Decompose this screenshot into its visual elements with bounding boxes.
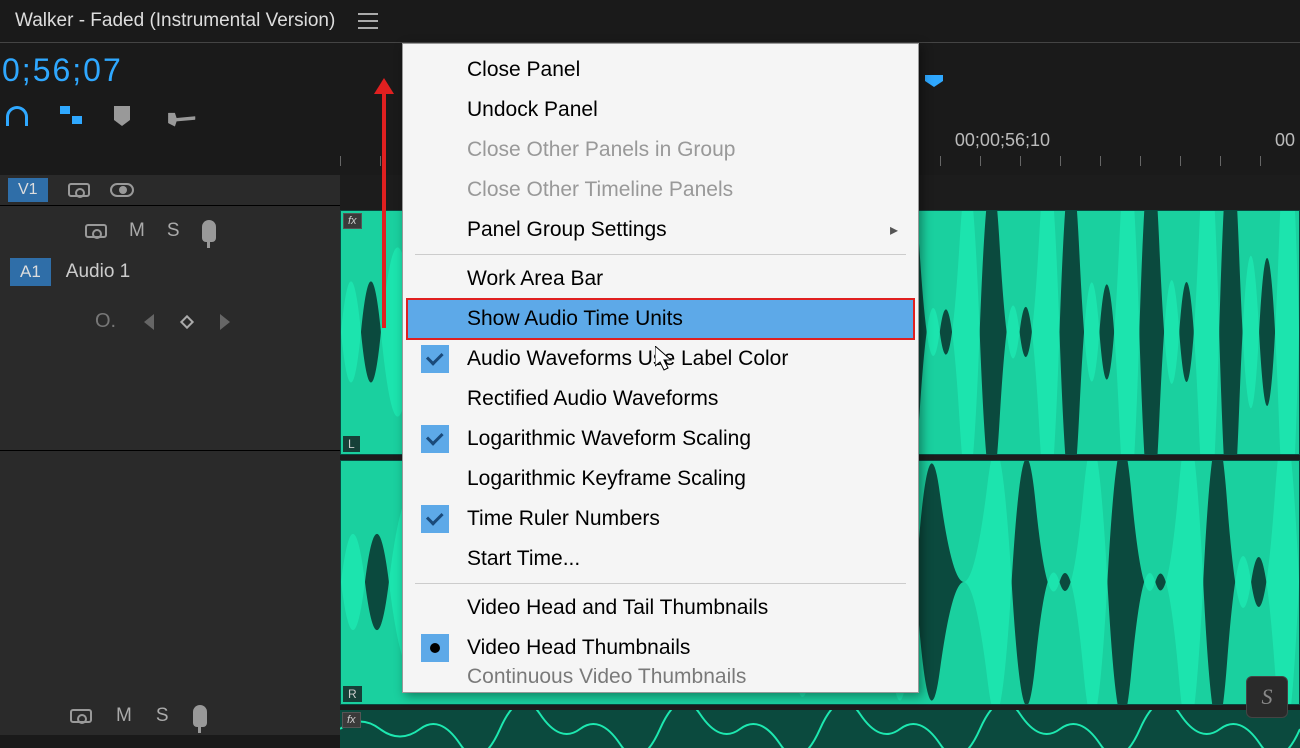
fx-badge[interactable]: fx xyxy=(343,213,362,229)
panel-tab-bar: Walker - Faded (Instrumental Version) xyxy=(0,0,1300,43)
menu-time-ruler-numbers[interactable]: Time Ruler Numbers xyxy=(403,499,918,539)
prev-keyframe-icon[interactable] xyxy=(144,314,154,330)
toggle-sync-lock-icon[interactable] xyxy=(68,183,90,197)
voice-over-record-icon[interactable] xyxy=(202,220,216,242)
panel-tab[interactable]: Walker - Faded (Instrumental Version) xyxy=(0,0,350,42)
menu-log-keyframe-scaling[interactable]: Logarithmic Keyframe Scaling xyxy=(403,459,918,499)
menu-work-area-bar[interactable]: Work Area Bar xyxy=(403,259,918,299)
channel-badge-left: L xyxy=(343,436,360,452)
add-keyframe-icon[interactable] xyxy=(180,314,194,328)
audio-track-header-2[interactable] xyxy=(0,450,340,695)
radio-selected-icon xyxy=(421,634,449,662)
playhead-icon[interactable] xyxy=(925,75,943,87)
menu-separator xyxy=(415,583,906,584)
toggle-sync-lock-icon[interactable] xyxy=(70,709,92,723)
submenu-arrow-icon: ▸ xyxy=(890,220,898,240)
panel-tab-title: Walker - Faded (Instrumental Version) xyxy=(15,10,335,32)
audio-track-header-1[interactable]: M S A1 Audio 1 O. xyxy=(0,205,340,450)
channel-badge-right: R xyxy=(343,686,362,702)
menu-rectified-audio-waveforms[interactable]: Rectified Audio Waveforms xyxy=(403,379,918,419)
checkmark-icon xyxy=(421,425,449,453)
menu-video-head-tail-thumbnails[interactable]: Video Head and Tail Thumbnails xyxy=(403,588,918,628)
menu-show-audio-time-units[interactable]: Show Audio Time Units xyxy=(407,299,914,339)
next-keyframe-icon[interactable] xyxy=(220,314,230,330)
menu-audio-waveforms-label-color[interactable]: Audio Waveforms Use Label Color xyxy=(403,339,918,379)
snap-icon[interactable] xyxy=(6,106,30,130)
keyframe-diamond-icon[interactable]: O. xyxy=(95,310,116,333)
mute-button[interactable]: M xyxy=(116,705,132,727)
linked-selection-icon[interactable] xyxy=(60,106,84,130)
solo-button[interactable]: S xyxy=(167,220,180,242)
ruler-timecode: 00;00;56;10 xyxy=(955,130,1050,151)
audio-track-name[interactable]: Audio 1 xyxy=(66,261,130,283)
marker-icon[interactable] xyxy=(114,106,138,130)
menu-log-waveform-scaling[interactable]: Logarithmic Waveform Scaling xyxy=(403,419,918,459)
toggle-sync-lock-icon[interactable] xyxy=(85,224,107,238)
menu-video-head-thumbnails[interactable]: Video Head Thumbnails xyxy=(403,628,918,668)
playhead-timecode[interactable]: 0;56;07 xyxy=(0,52,123,89)
menu-separator xyxy=(415,254,906,255)
menu-continuous-video-thumbnails[interactable]: Continuous Video Thumbnails xyxy=(403,668,918,686)
checkmark-icon xyxy=(421,345,449,373)
a1-tag[interactable]: A1 xyxy=(10,258,51,286)
checkmark-icon xyxy=(421,505,449,533)
keyframe-nav: O. xyxy=(10,286,330,333)
solo-button[interactable]: S xyxy=(156,705,169,727)
menu-undock-panel[interactable]: Undock Panel xyxy=(403,90,918,130)
video-track-header[interactable]: V1 xyxy=(0,175,340,205)
audio-track-header-bottom[interactable]: M S xyxy=(70,697,207,735)
menu-start-time[interactable]: Start Time... xyxy=(403,539,918,579)
menu-close-other-group: Close Other Panels in Group xyxy=(403,130,918,170)
toggle-track-output-icon[interactable] xyxy=(110,183,134,197)
panel-menu-button[interactable] xyxy=(358,8,384,34)
v1-tag[interactable]: V1 xyxy=(8,178,48,202)
menu-close-panel[interactable]: Close Panel xyxy=(403,50,918,90)
watermark-badge: S xyxy=(1246,676,1288,718)
menu-panel-group-settings[interactable]: Panel Group Settings ▸ xyxy=(403,210,918,250)
fx-badge[interactable]: fx xyxy=(342,712,361,728)
audio-clip-small[interactable]: fx xyxy=(340,710,1300,748)
ruler-timecode: 00 xyxy=(1275,130,1295,151)
annotation-arrow xyxy=(374,78,394,328)
voice-over-record-icon[interactable] xyxy=(193,705,207,727)
mute-button[interactable]: M xyxy=(129,220,145,242)
track-headers: V1 M S A1 Audio 1 O. xyxy=(0,175,340,735)
waveform-icon xyxy=(340,710,1300,748)
menu-close-other-timeline: Close Other Timeline Panels xyxy=(403,170,918,210)
settings-wrench-icon[interactable] xyxy=(168,106,192,130)
panel-context-menu: Close Panel Undock Panel Close Other Pan… xyxy=(402,43,919,693)
